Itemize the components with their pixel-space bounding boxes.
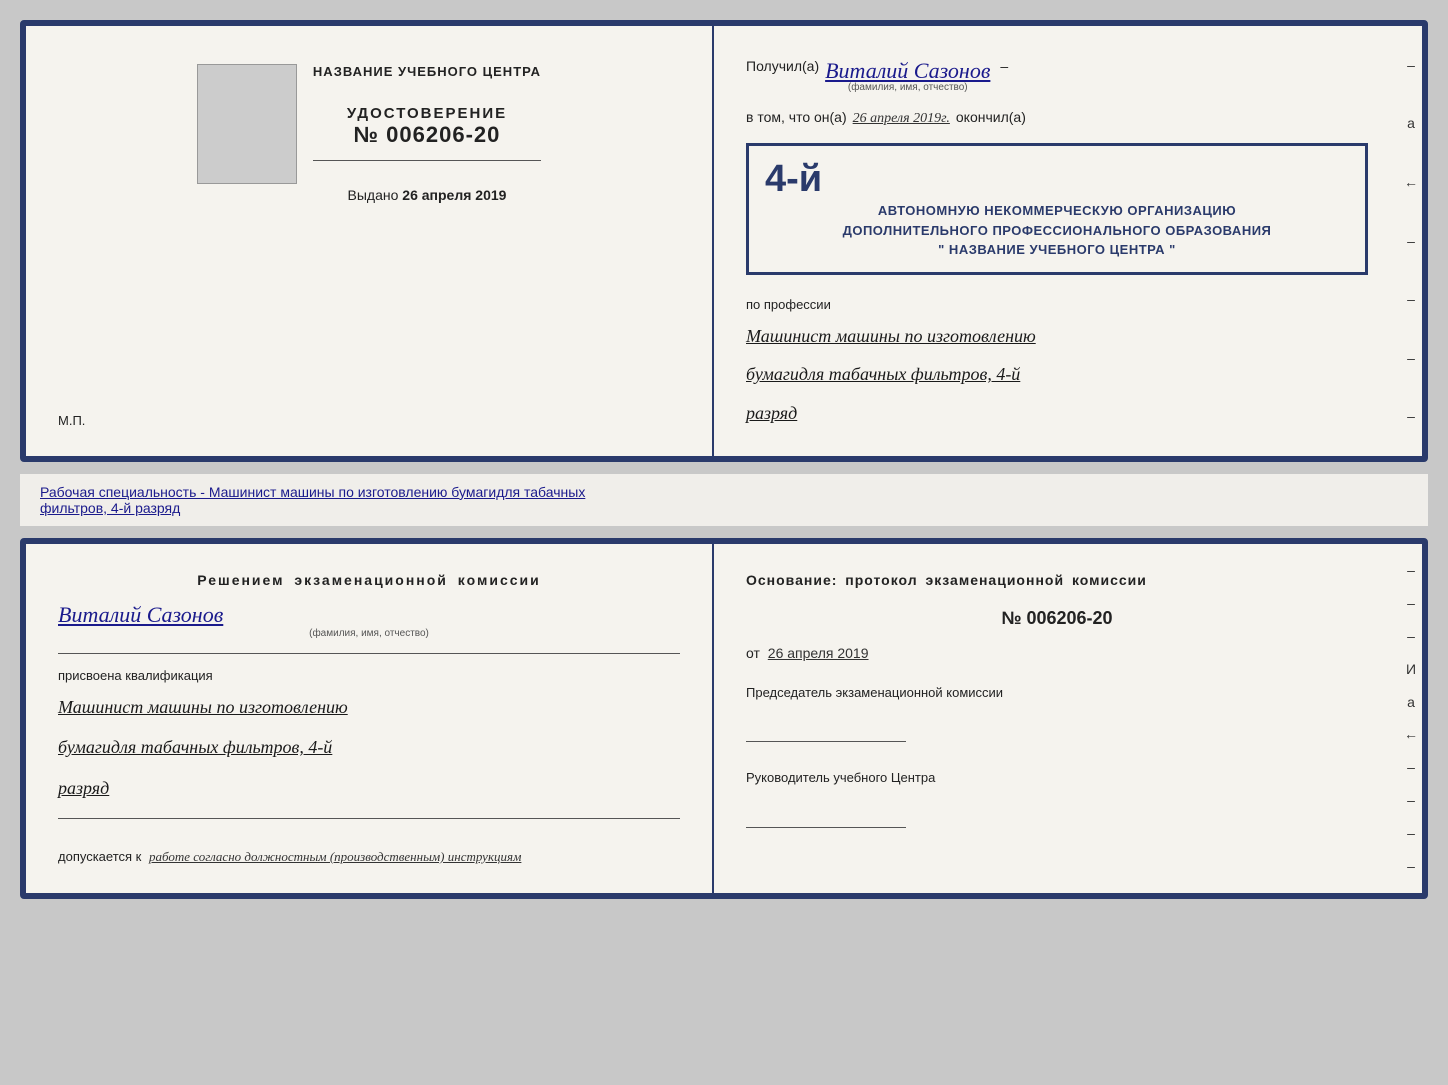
profession-label: по профессии [746,297,1368,312]
photo-placeholder [197,64,297,184]
protocol-number: № 006206-20 [746,608,1368,629]
date-label: от [746,645,760,661]
allowed-line: допускается к работе согласно должностны… [58,849,680,865]
vtom-line: в том, что он(а) 26 апреля 2019г. окончи… [746,109,1368,127]
basis-label: Основание: протокол экзаменационной коми… [746,572,1368,588]
stamp-block: 4-й АВТОНОМНУЮ НЕКОММЕРЧЕСКУЮ ОРГАНИЗАЦИ… [746,143,1368,275]
left-text-col: НАЗВАНИЕ УЧЕБНОГО ЦЕНТРА УДОСТОВЕРЕНИЕ №… [313,54,541,203]
stamp-text3: " НАЗВАНИЕ УЧЕБНОГО ЦЕНТРА " [765,240,1349,260]
vtom-date: 26 апреля 2019г. [853,111,950,127]
director-signature-line [746,804,906,828]
recipient-line: Получил(а) Виталий Сазонов (фамилия, имя… [746,58,1368,93]
director-label: Руководитель учебного Центра [746,768,1368,788]
issued-line: Выдано 26 апреля 2019 [348,187,507,203]
stamp-text2: ДОПОЛНИТЕЛЬНОГО ПРОФЕССИОНАЛЬНОГО ОБРАЗО… [765,221,1349,241]
profession-line2: бумагидля табачных фильтров, 4-й [746,360,1368,389]
profession-line3: разряд [746,399,1368,428]
finished-label: окончил(а) [956,109,1026,125]
vtom-label: в том, что он(а) [746,109,847,125]
protocol-date: от 26 апреля 2019 [746,645,1368,661]
qual-line3: разряд [58,772,680,804]
top-doc-left: НАЗВАНИЕ УЧЕБНОГО ЦЕНТРА УДОСТОВЕРЕНИЕ №… [26,26,714,456]
issued-label: Выдано [348,187,399,203]
allowed-label: допускается к [58,849,141,864]
stamp-number: 4-й [765,158,1349,201]
bottom-doc-right: Основание: протокол экзаменационной коми… [714,544,1400,893]
recipient-block: Виталий Сазонов (фамилия, имя, отчество) [825,58,990,93]
cert-label: УДОСТОВЕРЕНИЕ [347,105,507,122]
allowed-cursive: работе согласно должностным (производств… [149,849,521,864]
date-value: 26 апреля 2019 [768,645,869,661]
stamp-text1: АВТОНОМНУЮ НЕКОММЕРЧЕСКУЮ ОРГАНИЗАЦИЮ [765,201,1349,221]
top-doc-right: Получил(а) Виталий Сазонов (фамилия, имя… [714,26,1400,456]
cert-block: УДОСТОВЕРЕНИЕ № 006206-20 [347,105,507,148]
bottom-person-block: Виталий Сазонов (фамилия, имя, отчество) [58,602,680,639]
qual-line1: Машинист машины по изготовлению [58,691,680,723]
bottom-doc-left: Решением экзаменационной комиссии Витали… [26,544,714,893]
bottom-person-name: Виталий Сазонов [58,602,223,627]
recipient-subtext: (фамилия, имя, отчество) [825,82,990,93]
top-doc-edge-dashes: – а ← – – – – [1400,26,1422,456]
qual-hr [58,818,680,819]
bottom-person-sub: (фамилия, имя, отчество) [58,628,680,639]
school-name-label: НАЗВАНИЕ УЧЕБНОГО ЦЕНТРА [313,64,541,79]
top-document: НАЗВАНИЕ УЧЕБНОГО ЦЕНТРА УДОСТОВЕРЕНИЕ №… [20,20,1428,462]
between-docs: Рабочая специальность - Машинист машины … [20,474,1428,526]
cert-number: № 006206-20 [347,122,507,148]
chairman-label: Председатель экзаменационной комиссии [746,683,1368,703]
between-prefix: Рабочая специальность - Машинист машины … [40,484,585,500]
between-underlined: фильтров, 4-й разряд [40,500,180,516]
resolution-title: Решением экзаменационной комиссии [58,572,680,588]
qual-line2: бумагидля табачных фильтров, 4-й [58,731,680,763]
cert-divider [313,160,541,161]
top-left-content: НАЗВАНИЕ УЧЕБНОГО ЦЕНТРА УДОСТОВЕРЕНИЕ №… [197,54,541,203]
person-hr [58,653,680,654]
bottom-doc-edge-dashes: – – – И а ← – – – – [1400,544,1422,893]
dash1: – [1000,58,1008,74]
issued-date: 26 апреля 2019 [402,187,506,203]
received-label: Получил(а) [746,58,819,74]
bottom-document: Решением экзаменационной комиссии Витали… [20,538,1428,899]
recipient-name: Виталий Сазонов [825,58,990,83]
mp-label: М.П. [58,413,85,428]
profession-line1: Машинист машины по изготовлению [746,322,1368,351]
chairman-signature-line [746,718,906,742]
assigned-label: присвоена квалификация [58,668,680,683]
